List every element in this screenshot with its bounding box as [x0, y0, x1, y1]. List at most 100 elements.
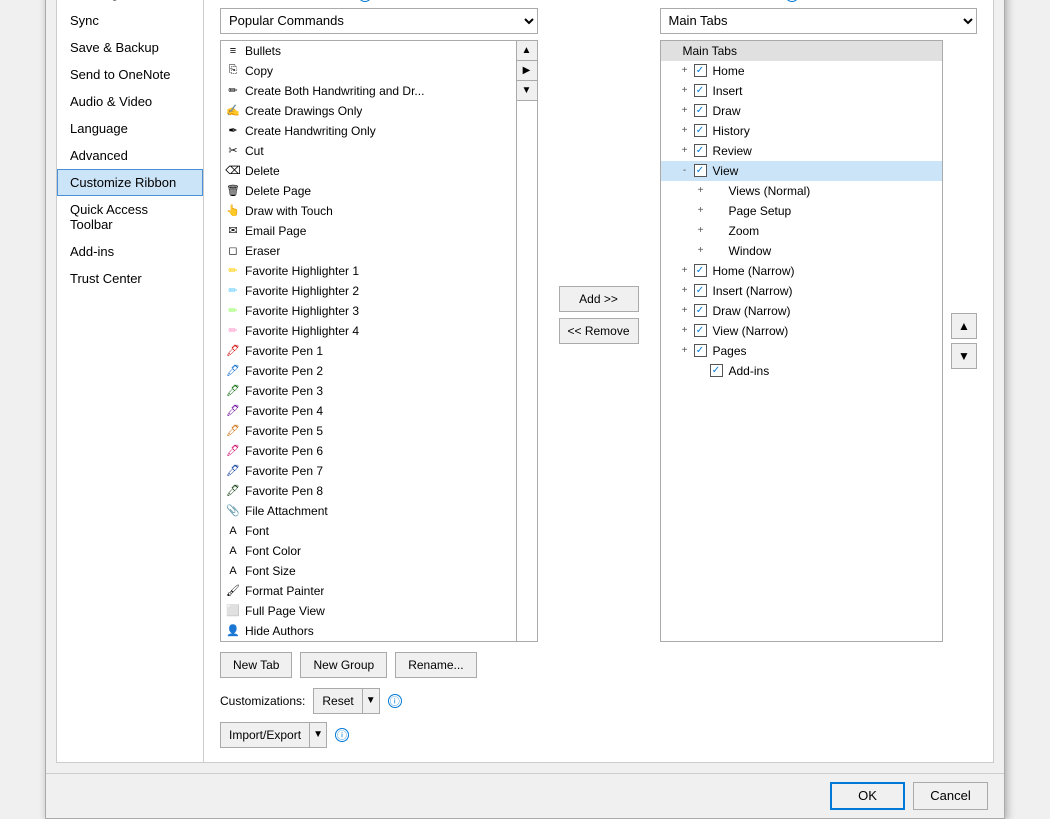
expand-icon[interactable]: + [679, 125, 691, 136]
expand-icon[interactable]: + [679, 325, 691, 336]
tree-checkbox[interactable]: ✓ [694, 64, 707, 77]
list-item[interactable]: 🖊Favorite Pen 8 [221, 481, 516, 501]
tree-item-review[interactable]: +✓Review [661, 141, 943, 161]
list-item[interactable]: ✉Email Page [221, 221, 516, 241]
list-item[interactable]: 📎File Attachment [221, 501, 516, 521]
list-item[interactable]: 🖊Favorite Pen 5 [221, 421, 516, 441]
tree-item-draw-narrow[interactable]: +✓Draw (Narrow) [661, 301, 943, 321]
right-info-icon[interactable]: ⓘ [785, 0, 799, 2]
customizations-info-icon[interactable]: ⓘ [388, 694, 402, 708]
list-item[interactable]: 🖊Favorite Pen 1 [221, 341, 516, 361]
list-item[interactable]: 🖊Favorite Pen 2 [221, 361, 516, 381]
move-down-btn[interactable]: ▼ [951, 343, 977, 369]
list-item[interactable]: 🖊Favorite Pen 6 [221, 441, 516, 461]
commands-listbox[interactable]: ≡Bullets⎘Copy✏Create Both Handwriting an… [221, 41, 516, 641]
tree-checkbox[interactable]: ✓ [694, 264, 707, 277]
list-item[interactable]: ✍Create Drawings Only [221, 101, 516, 121]
import-export-btn-main[interactable]: Import/Export [220, 722, 309, 748]
ok-button[interactable]: OK [830, 782, 905, 810]
move-up-btn[interactable]: ▲ [951, 313, 977, 339]
collapse-icon[interactable]: - [679, 165, 691, 176]
list-item[interactable]: ✂Cut [221, 141, 516, 161]
tree-item-zoom[interactable]: +Zoom [661, 221, 943, 241]
add-button[interactable]: Add >> [559, 286, 639, 312]
expand-icon[interactable]: + [695, 185, 707, 196]
tree-item-pages[interactable]: +✓Pages [661, 341, 943, 361]
tree-item-insert-narrow[interactable]: +✓Insert (Narrow) [661, 281, 943, 301]
rename-btn[interactable]: Rename... [395, 652, 476, 678]
scroll-right-btn[interactable]: ▶ [517, 61, 537, 81]
tree-item-view[interactable]: -✓View [661, 161, 943, 181]
list-item[interactable]: ✏Favorite Highlighter 3 [221, 301, 516, 321]
expand-icon[interactable]: + [695, 245, 707, 256]
expand-icon[interactable]: + [679, 145, 691, 156]
expand-icon[interactable]: + [679, 85, 691, 96]
expand-icon[interactable]: + [679, 105, 691, 116]
sidebar-item-sync[interactable]: Sync [57, 7, 203, 34]
tree-item-view-narrow[interactable]: +✓View (Narrow) [661, 321, 943, 341]
tree-listbox[interactable]: Main Tabs+✓Home+✓Insert+✓Draw+✓History+✓… [660, 40, 944, 642]
list-item[interactable]: 👤Hide Authors [221, 621, 516, 641]
tree-item-home[interactable]: +✓Home [661, 61, 943, 81]
tree-checkbox[interactable]: ✓ [694, 84, 707, 97]
left-info-icon[interactable]: ⓘ [358, 0, 372, 2]
sidebar-item-save-backup[interactable]: Save & Backup [57, 34, 203, 61]
new-tab-btn[interactable]: New Tab [220, 652, 292, 678]
list-item[interactable]: 🖊Favorite Pen 4 [221, 401, 516, 421]
scroll-down-left-btn[interactable]: ▼ [517, 81, 537, 101]
list-item[interactable]: ✏Favorite Highlighter 4 [221, 321, 516, 341]
expand-icon[interactable]: + [679, 65, 691, 76]
tree-item-insert[interactable]: +✓Insert [661, 81, 943, 101]
sidebar-item-audio-video[interactable]: Audio & Video [57, 88, 203, 115]
ribbon-dropdown[interactable]: Main TabsTool TabsAll Tabs [660, 8, 978, 34]
sidebar-item-trust-center[interactable]: Trust Center [57, 265, 203, 292]
sidebar-item-add-ins[interactable]: Add-ins [57, 238, 203, 265]
scroll-up-btn[interactable]: ▲ [517, 41, 537, 61]
cancel-button[interactable]: Cancel [913, 782, 988, 810]
list-item[interactable]: ⎘Copy [221, 61, 516, 81]
list-item[interactable]: 🗑Delete Page [221, 181, 516, 201]
tree-item-main-tabs[interactable]: Main Tabs [661, 41, 943, 61]
reset-btn-arrow[interactable]: ▼ [362, 688, 380, 714]
new-group-btn[interactable]: New Group [300, 652, 387, 678]
sidebar-item-advanced[interactable]: Advanced [57, 142, 203, 169]
tree-checkbox[interactable]: ✓ [694, 284, 707, 297]
list-item[interactable]: ✏Favorite Highlighter 1 [221, 261, 516, 281]
list-item[interactable]: ◻Eraser [221, 241, 516, 261]
sidebar-item-quick-access[interactable]: Quick Access Toolbar [57, 196, 203, 238]
list-item[interactable]: AFont [221, 521, 516, 541]
expand-icon[interactable]: + [679, 345, 691, 356]
import-export-info-icon[interactable]: ⓘ [335, 728, 349, 742]
tree-checkbox[interactable]: ✓ [694, 304, 707, 317]
tree-checkbox[interactable]: ✓ [694, 144, 707, 157]
remove-button[interactable]: << Remove [559, 318, 639, 344]
expand-icon[interactable]: + [679, 305, 691, 316]
tree-item-window[interactable]: +Window [661, 241, 943, 261]
reset-btn-main[interactable]: Reset [313, 688, 361, 714]
list-item[interactable]: ✏Favorite Highlighter 2 [221, 281, 516, 301]
expand-icon[interactable]: + [695, 225, 707, 236]
tree-item-draw[interactable]: +✓Draw [661, 101, 943, 121]
expand-icon[interactable]: + [679, 285, 691, 296]
list-item[interactable]: AFont Size [221, 561, 516, 581]
list-item[interactable]: AFont Color [221, 541, 516, 561]
tree-checkbox[interactable]: ✓ [694, 344, 707, 357]
tree-checkbox[interactable]: ✓ [694, 104, 707, 117]
expand-icon[interactable]: + [679, 265, 691, 276]
sidebar-item-send-to-onenote[interactable]: Send to OneNote [57, 61, 203, 88]
tree-checkbox[interactable]: ✓ [694, 124, 707, 137]
commands-dropdown[interactable]: Popular CommandsAll CommandsCommands Not… [220, 8, 538, 34]
sidebar-item-customize-ribbon[interactable]: Customize Ribbon [57, 169, 203, 196]
sidebar-item-language[interactable]: Language [57, 115, 203, 142]
tree-checkbox[interactable]: ✓ [694, 164, 707, 177]
list-item[interactable]: ≡Bullets [221, 41, 516, 61]
import-export-btn-arrow[interactable]: ▼ [309, 722, 327, 748]
tree-checkbox[interactable]: ✓ [694, 324, 707, 337]
tree-item-add-ins[interactable]: ✓Add-ins [661, 361, 943, 381]
list-item[interactable]: 👆Draw with Touch [221, 201, 516, 221]
list-item[interactable]: ⌫Delete [221, 161, 516, 181]
tree-item-page-setup[interactable]: +Page Setup [661, 201, 943, 221]
list-item[interactable]: 🖊Favorite Pen 3 [221, 381, 516, 401]
tree-item-views-normal[interactable]: +Views (Normal) [661, 181, 943, 201]
list-item[interactable]: ✒Create Handwriting Only [221, 121, 516, 141]
